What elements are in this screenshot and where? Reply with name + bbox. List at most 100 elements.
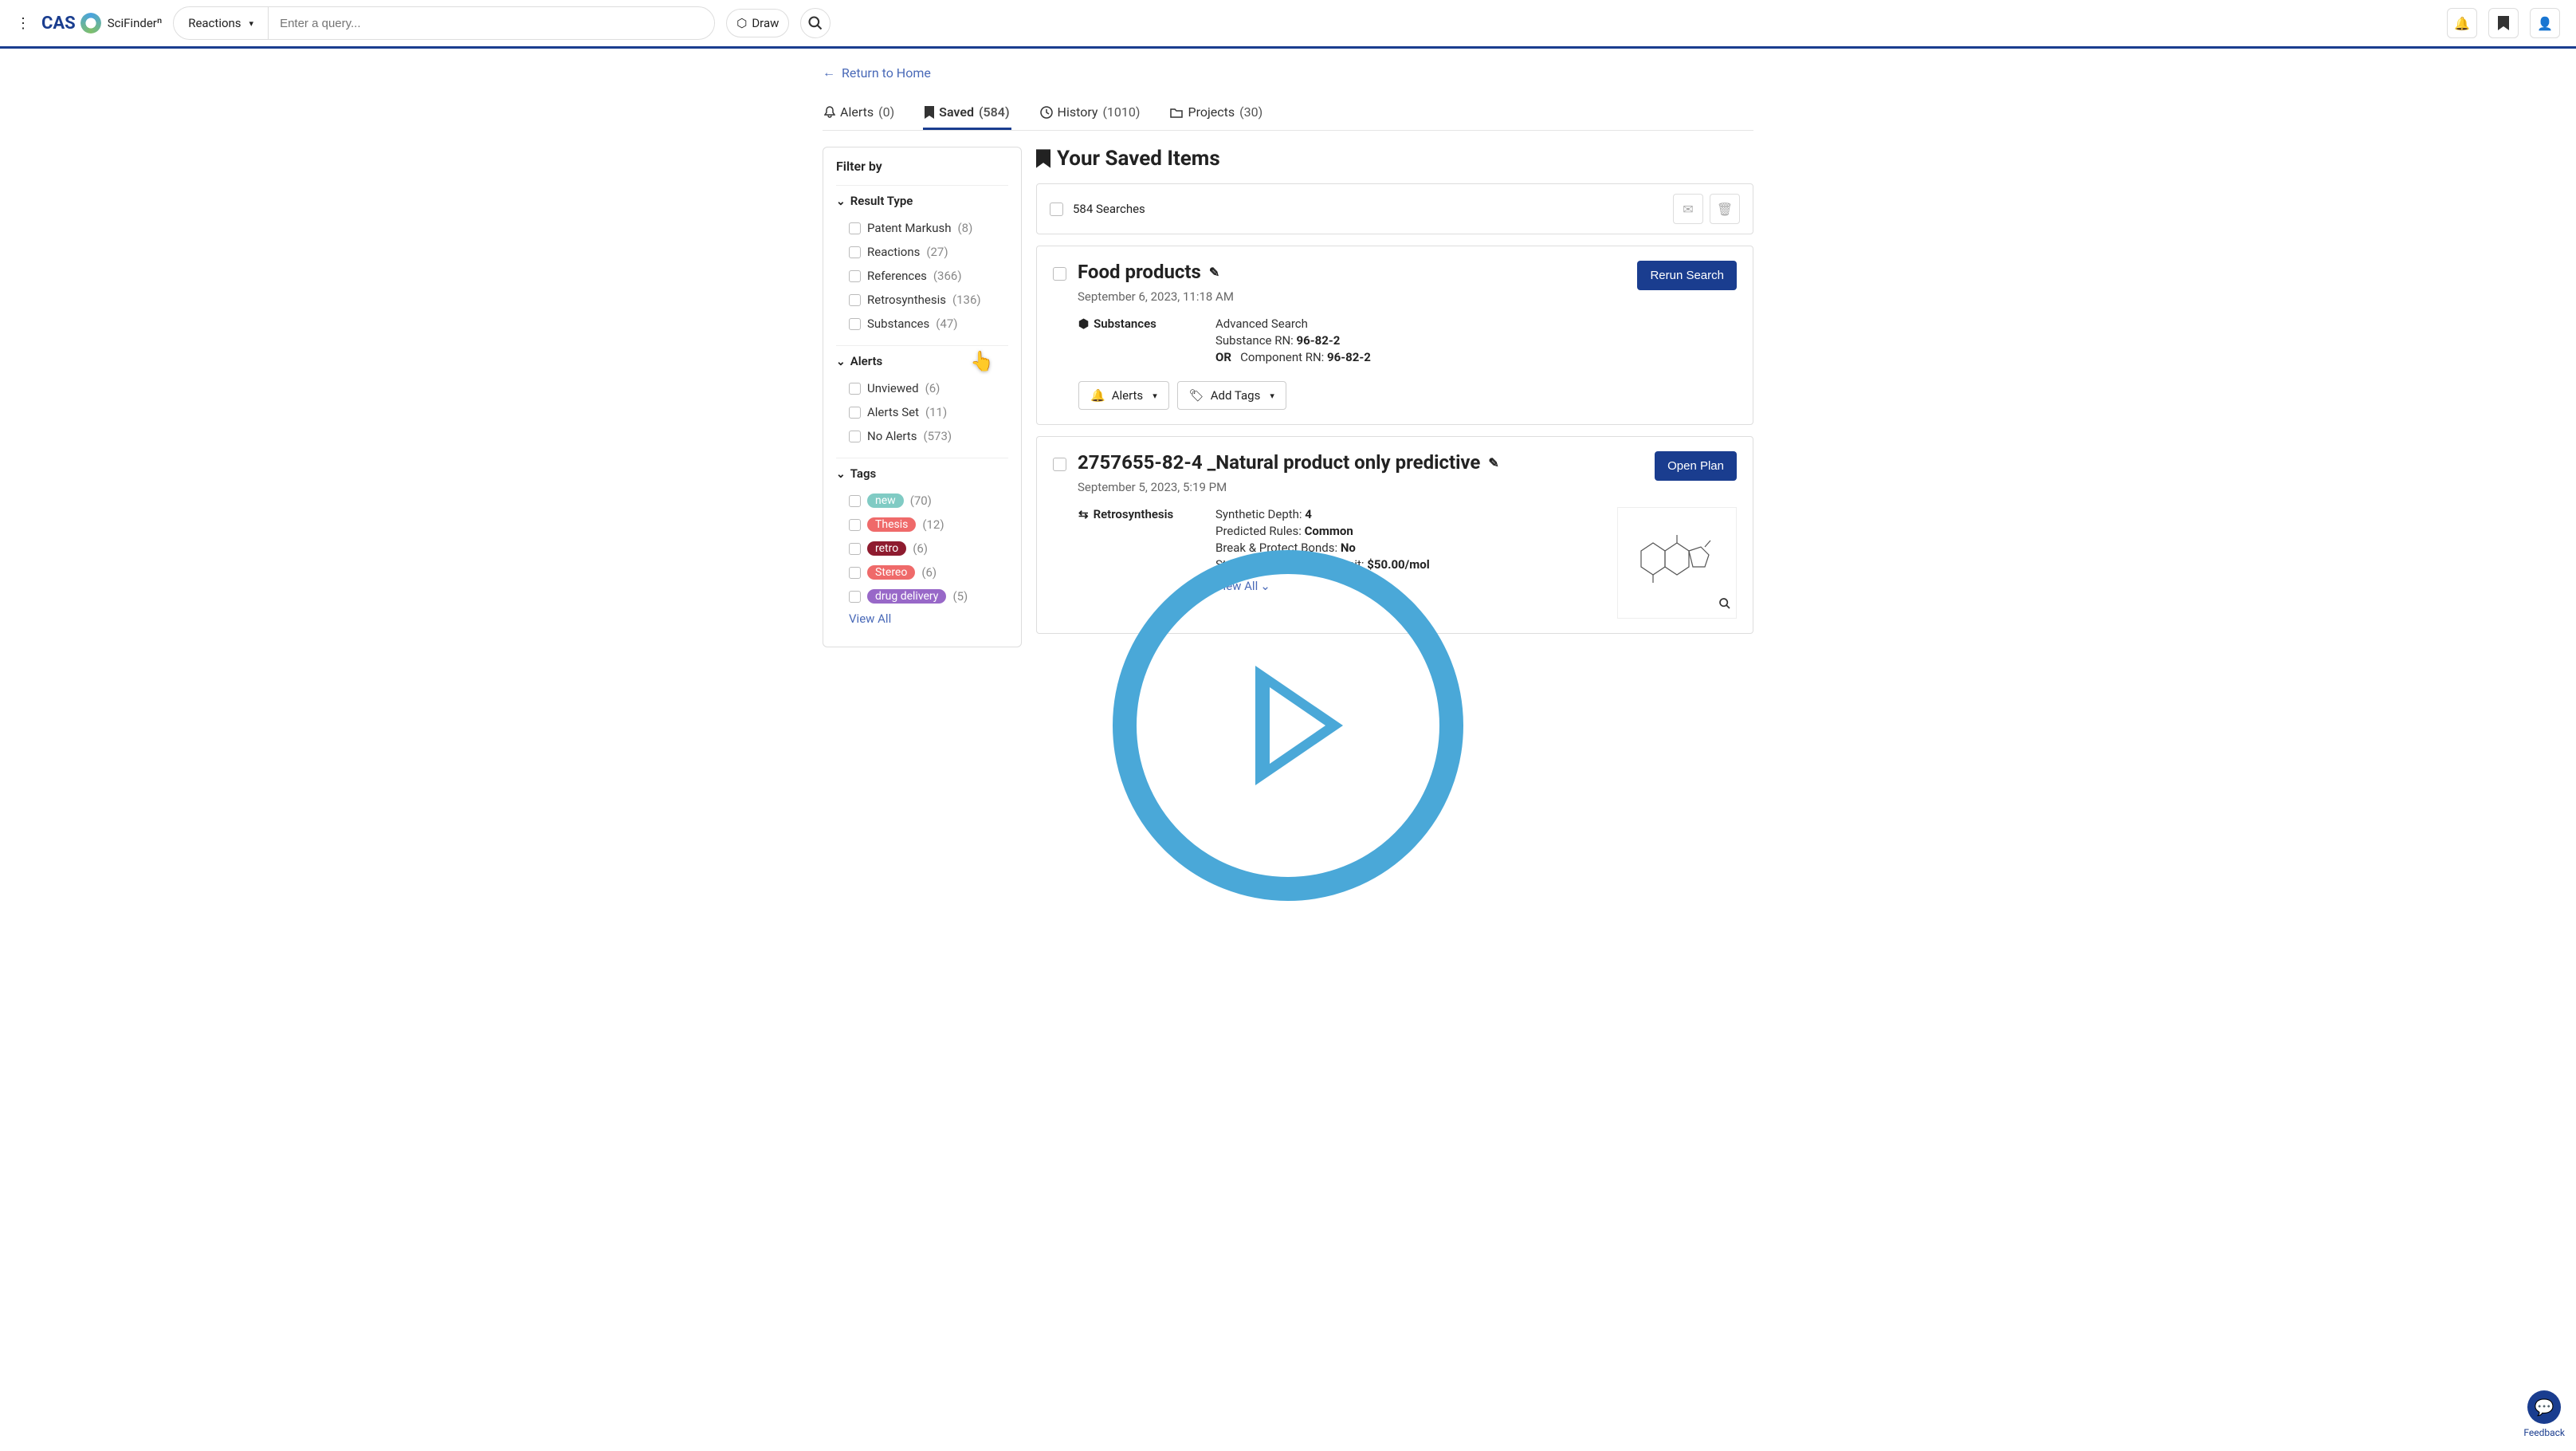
- detail-value: $50.00/mol: [1367, 557, 1429, 572]
- detail-label: Substance RN:: [1215, 333, 1294, 348]
- search-type-dropdown[interactable]: Reactions: [174, 7, 269, 39]
- checkbox[interactable]: [849, 519, 861, 531]
- checkbox[interactable]: [849, 222, 861, 234]
- filter-item[interactable]: new (70): [836, 489, 1008, 513]
- filter-label: References: [867, 269, 927, 283]
- select-all-checkbox[interactable]: [1050, 203, 1063, 216]
- detail-label: Starting Material Cost Limit:: [1215, 557, 1365, 572]
- detail-value: Common: [1305, 524, 1353, 538]
- retrosynthesis-icon: ⇆: [1078, 507, 1089, 521]
- pencil-icon[interactable]: ✎: [1488, 455, 1498, 470]
- draw-button[interactable]: ⬡ Draw: [726, 9, 789, 37]
- add-tags-dropdown-button[interactable]: 🏷 Add Tags: [1177, 381, 1286, 410]
- tag-pill: Stereo: [867, 565, 915, 580]
- tab-history[interactable]: History (1010): [1039, 96, 1142, 130]
- filter-item[interactable]: Unviewed (6): [836, 376, 1008, 400]
- detail-value: 96-82-2: [1297, 333, 1341, 348]
- molecule-icon: [1629, 531, 1725, 595]
- logo-swirl-icon: [80, 13, 101, 33]
- checkbox[interactable]: [849, 270, 861, 282]
- checkbox[interactable]: [849, 543, 861, 555]
- delete-button[interactable]: 🗑: [1710, 194, 1740, 224]
- filter-section-title: Result Type: [850, 194, 913, 208]
- checkbox[interactable]: [849, 246, 861, 258]
- menu-icon[interactable]: ⋮: [16, 15, 30, 32]
- tab-alerts[interactable]: Alerts (0): [823, 96, 896, 130]
- checkbox[interactable]: [849, 495, 861, 507]
- filter-section-title: Tags: [850, 466, 877, 481]
- filter-head-alerts[interactable]: Alerts 👆: [836, 354, 1008, 368]
- filter-item[interactable]: References (366): [836, 264, 1008, 288]
- rerun-search-button[interactable]: Rerun Search: [1637, 261, 1737, 290]
- feedback-label: Feedback: [2523, 1427, 2565, 1438]
- filter-count: (366): [933, 269, 962, 283]
- detail-value: 96-82-2: [1327, 350, 1371, 364]
- return-home-link[interactable]: ← Return to Home: [823, 65, 931, 81]
- checkbox[interactable]: [849, 591, 861, 603]
- search-icon-button[interactable]: [800, 8, 831, 38]
- filter-item[interactable]: Retrosynthesis (136): [836, 288, 1008, 312]
- tab-count: (30): [1239, 104, 1262, 120]
- detail-row: Synthetic Depth: 4: [1215, 507, 1601, 521]
- search-type-label: Reactions: [188, 16, 241, 30]
- saved-item-card: 2757655-82-4 _Natural product only predi…: [1036, 436, 1753, 634]
- search-bar: Reactions: [173, 6, 715, 40]
- tab-count: (584): [979, 104, 1010, 120]
- filter-label: Reactions: [867, 245, 920, 259]
- card-checkbox[interactable]: [1053, 267, 1066, 281]
- filter-item[interactable]: Patent Markush (8): [836, 216, 1008, 240]
- tab-saved[interactable]: Saved (584): [923, 96, 1011, 130]
- checkbox[interactable]: [849, 383, 861, 395]
- filter-item[interactable]: Substances (47): [836, 312, 1008, 336]
- filter-count: (6): [913, 541, 928, 556]
- open-plan-button[interactable]: Open Plan: [1655, 451, 1737, 481]
- hexagon-icon: ⬡: [736, 16, 747, 30]
- filter-label: Retrosynthesis: [867, 293, 946, 307]
- email-button[interactable]: ✉: [1673, 194, 1703, 224]
- structure-thumbnail[interactable]: [1617, 507, 1737, 619]
- cube-icon: ⬢: [1078, 317, 1089, 331]
- card-type-label: Substances: [1094, 317, 1156, 331]
- detail-row: Substance RN: 96-82-2: [1215, 333, 1737, 348]
- search-input[interactable]: [269, 17, 714, 30]
- notifications-button[interactable]: 🔔: [2447, 8, 2477, 38]
- logo-text-cas: CAS: [41, 14, 76, 33]
- app-logo[interactable]: CAS SciFinderⁿ: [41, 13, 162, 33]
- checkbox[interactable]: [849, 567, 861, 579]
- checkbox[interactable]: [849, 294, 861, 306]
- tag-pill: Thesis: [867, 517, 916, 532]
- filter-count: (27): [926, 245, 948, 259]
- filter-item[interactable]: Stereo (6): [836, 560, 1008, 584]
- filter-item[interactable]: Alerts Set (11): [836, 400, 1008, 424]
- card-type-label: Retrosynthesis: [1094, 507, 1174, 521]
- filter-item[interactable]: retro (6): [836, 537, 1008, 560]
- filter-head-result-type[interactable]: Result Type: [836, 194, 1008, 208]
- view-all-details-link[interactable]: View All ⌄: [1215, 579, 1270, 593]
- filter-count: (136): [952, 293, 981, 307]
- select-all-bar: 584 Searches ✉ 🗑: [1036, 183, 1753, 234]
- filter-item[interactable]: Thesis (12): [836, 513, 1008, 537]
- select-all-label: 584 Searches: [1073, 202, 1145, 216]
- checkbox[interactable]: [849, 431, 861, 442]
- magnify-icon[interactable]: [1718, 597, 1731, 613]
- filter-item[interactable]: drug delivery (5): [836, 584, 1008, 608]
- filter-head-tags[interactable]: Tags: [836, 466, 1008, 481]
- tab-projects[interactable]: Projects (30): [1168, 96, 1264, 130]
- add-tags-label: Add Tags: [1211, 388, 1261, 403]
- chevron-down-icon: [836, 466, 846, 481]
- return-home-label: Return to Home: [842, 65, 931, 81]
- profile-button[interactable]: 👤: [2530, 8, 2560, 38]
- pencil-icon[interactable]: ✎: [1209, 265, 1219, 280]
- card-checkbox[interactable]: [1053, 458, 1066, 471]
- bookmarks-button[interactable]: [2488, 8, 2519, 38]
- feedback-button[interactable]: 💬 Feedback: [2523, 1390, 2565, 1438]
- filter-count: (8): [958, 221, 973, 235]
- view-all-tags-link[interactable]: View All: [836, 611, 1008, 626]
- filter-count: (12): [922, 517, 944, 532]
- checkbox[interactable]: [849, 407, 861, 419]
- checkbox[interactable]: [849, 318, 861, 330]
- detail-value: 4: [1305, 507, 1312, 521]
- filter-item[interactable]: No Alerts (573): [836, 424, 1008, 448]
- alerts-dropdown-button[interactable]: 🔔 Alerts: [1078, 381, 1169, 410]
- filter-item[interactable]: Reactions (27): [836, 240, 1008, 264]
